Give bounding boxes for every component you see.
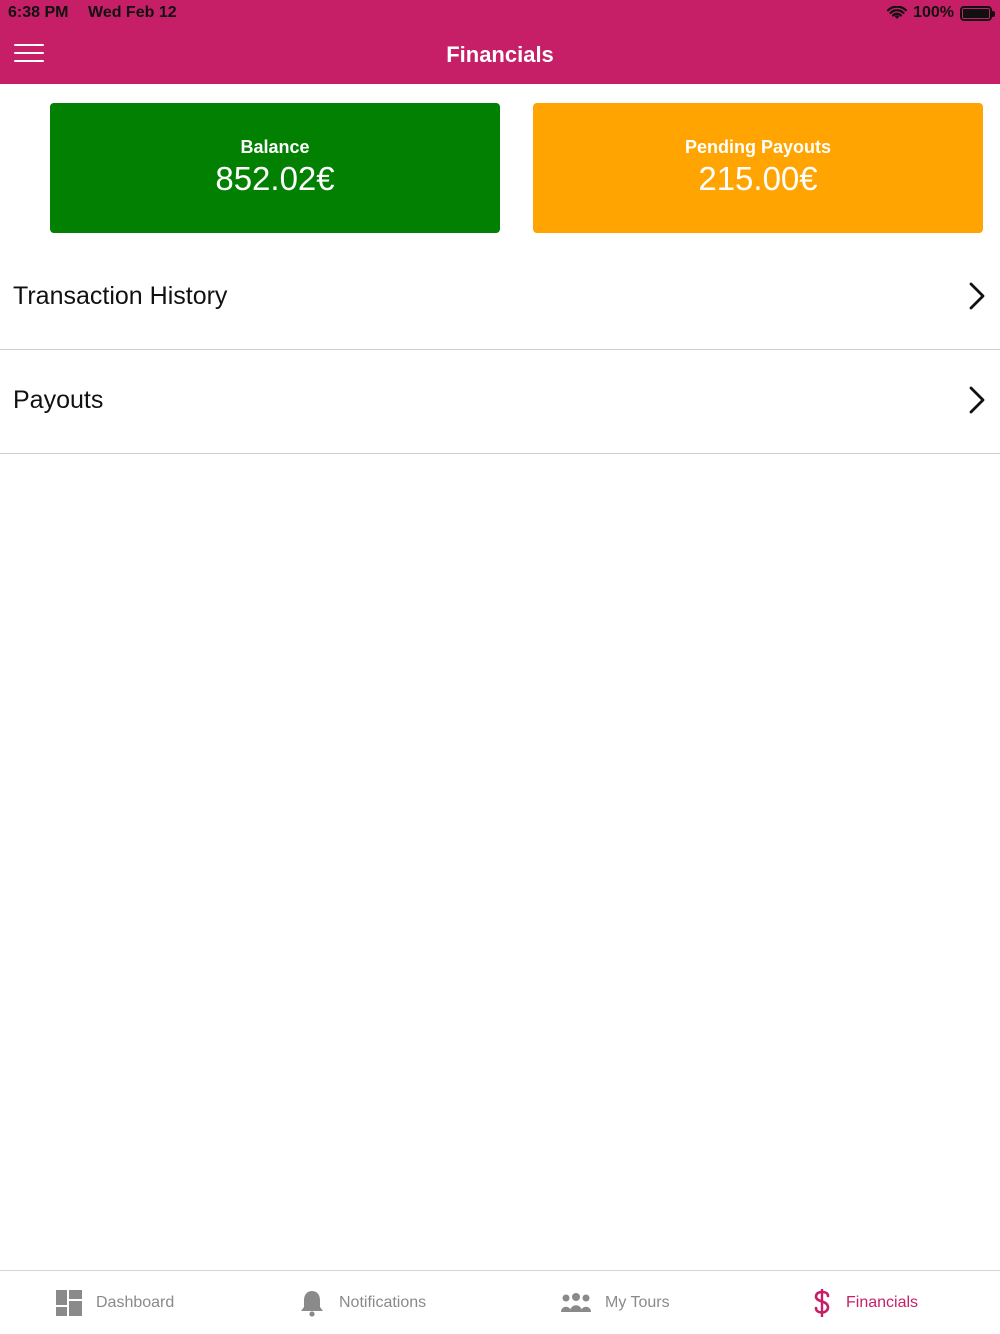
balance-label: Balance <box>240 137 310 157</box>
status-time: 6:38 PM <box>8 4 69 21</box>
payouts-label: Payouts <box>13 386 104 414</box>
tab-dashboard-label: Dashboard <box>96 1294 175 1311</box>
bottom-tab-bar: Dashboard Notifications My Tours Financi… <box>0 1270 1000 1334</box>
wifi-icon <box>887 5 908 21</box>
payouts-row[interactable]: Payouts <box>0 350 1000 454</box>
status-bar: 6:38 PM Wed Feb 12 100% <box>0 0 1000 28</box>
pending-payouts-card: Pending Payouts 215.00€ <box>533 103 983 233</box>
tab-financials-label: Financials <box>846 1294 919 1311</box>
tab-my-tours[interactable]: My Tours <box>561 1271 670 1334</box>
status-right: 100% <box>887 4 995 22</box>
pending-payouts-label: Pending Payouts <box>684 137 832 157</box>
app-root: 6:38 PM Wed Feb 12 100% Financials Balan… <box>0 0 1000 1334</box>
status-date: Wed Feb 12 <box>88 4 177 21</box>
balance-value: 852.02€ <box>215 160 335 197</box>
page-title: Financials <box>446 42 554 67</box>
battery-icon <box>960 5 995 21</box>
group-icon <box>561 1293 591 1313</box>
dashboard-icon <box>56 1290 82 1316</box>
dollar-icon <box>812 1288 832 1318</box>
transaction-history-row[interactable]: Transaction History <box>0 246 1000 350</box>
chevron-right-icon <box>968 282 986 315</box>
battery-percent: 100% <box>913 4 954 21</box>
pending-payouts-value: 215.00€ <box>698 160 818 197</box>
balance-card: Balance 852.02€ <box>50 103 500 233</box>
chevron-right-icon <box>968 386 986 419</box>
tab-financials[interactable]: Financials <box>812 1271 918 1334</box>
tab-notifications[interactable]: Notifications <box>299 1271 426 1334</box>
transaction-history-label: Transaction History <box>13 282 228 310</box>
bell-icon <box>299 1289 325 1317</box>
tab-dashboard[interactable]: Dashboard <box>56 1271 174 1334</box>
tab-notifications-label: Notifications <box>339 1294 427 1311</box>
header-bar: 6:38 PM Wed Feb 12 100% Financials <box>0 0 1000 84</box>
tab-my-tours-label: My Tours <box>605 1294 670 1311</box>
